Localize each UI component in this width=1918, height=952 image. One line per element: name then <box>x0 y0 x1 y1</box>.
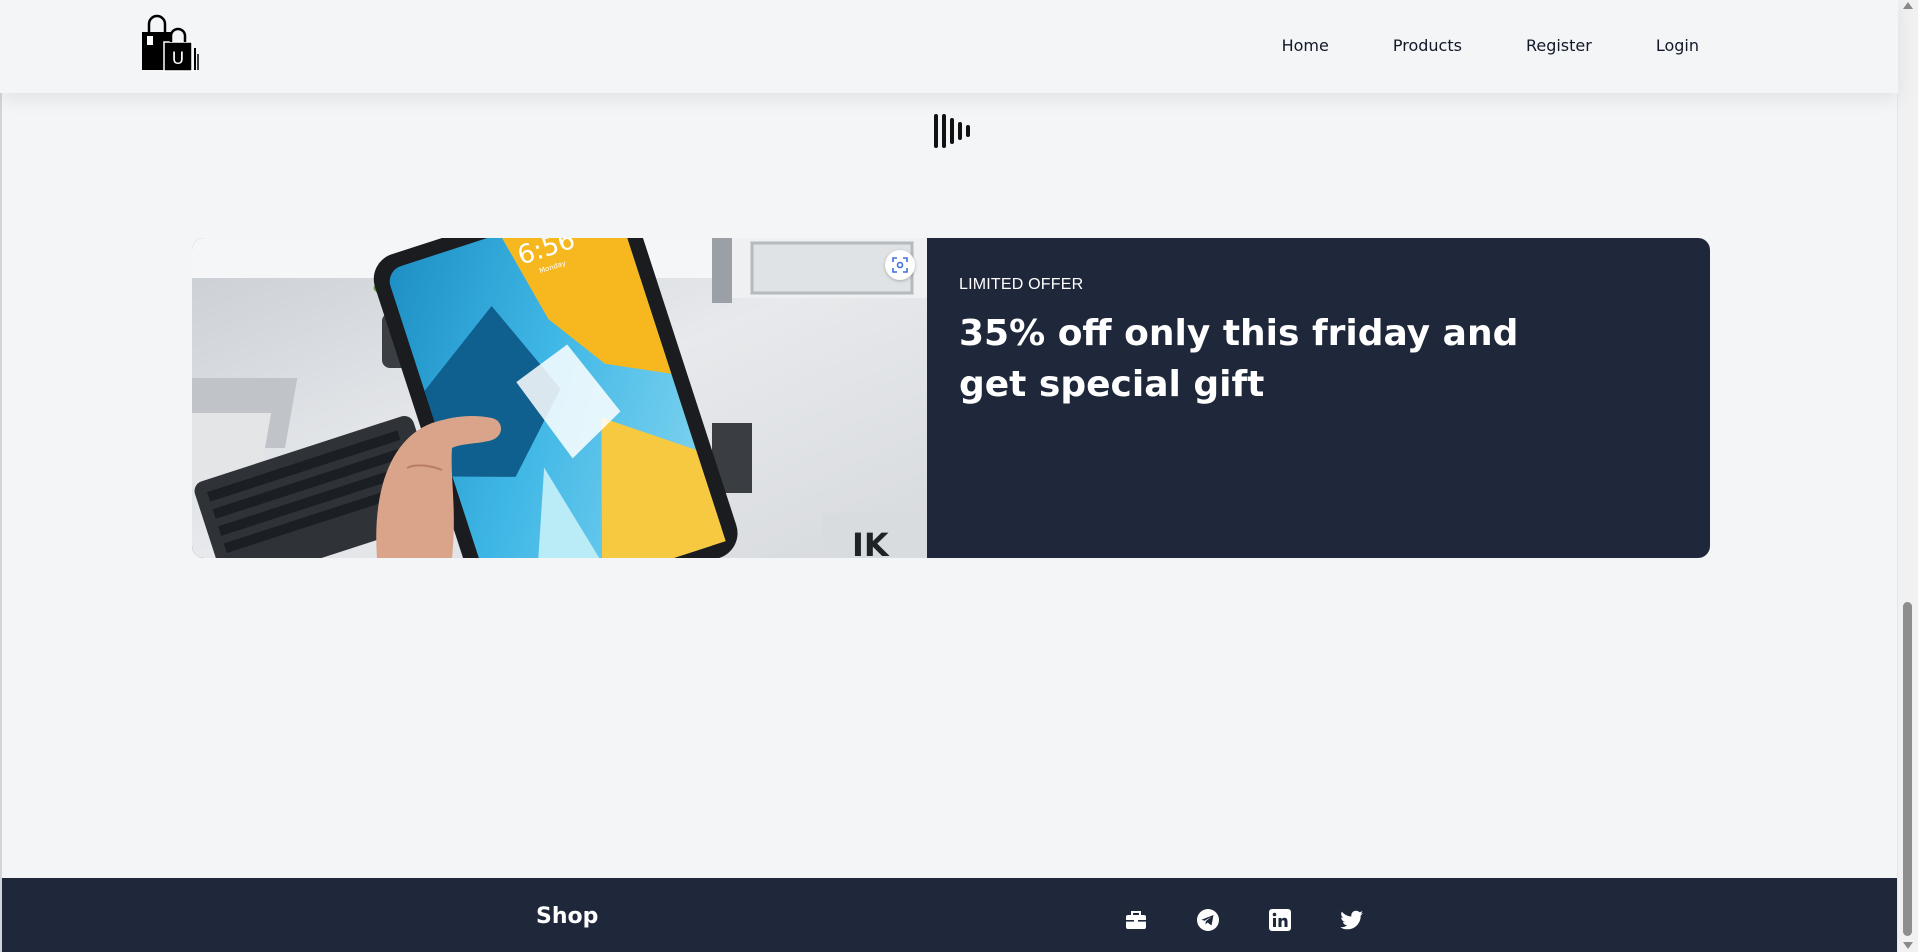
offer-title: 35% off only this friday and get special… <box>959 313 1519 405</box>
briefcase-icon[interactable] <box>1124 908 1148 932</box>
nav-home[interactable]: Home <box>1282 36 1329 55</box>
scroll-down-arrow-icon[interactable] <box>1903 942 1913 949</box>
page: U Home Products Register Login IK 6:56 M… <box>0 0 1918 952</box>
offer-image: IK 6:56 Monday <box>192 238 927 558</box>
site-footer: Shop <box>2 878 1898 952</box>
page-scrollbar[interactable] <box>1897 0 1918 952</box>
nav-products[interactable]: Products <box>1393 36 1462 55</box>
main-nav: Home Products Register Login <box>1282 36 1699 55</box>
visual-search-button[interactable] <box>885 250 915 280</box>
linkedin-icon[interactable] <box>1268 908 1292 932</box>
scroll-up-arrow-icon[interactable] <box>1903 2 1913 9</box>
svg-text:U: U <box>172 49 184 69</box>
svg-text:IK: IK <box>852 526 890 558</box>
twitter-icon[interactable] <box>1340 908 1364 932</box>
window-edge <box>0 0 2 952</box>
offer-text-panel: LIMITED OFFER 35% off only this friday a… <box>927 238 1551 558</box>
limited-offer-banner[interactable]: IK 6:56 Monday LIMITED OFFER 35% off onl… <box>192 238 1710 558</box>
nav-register[interactable]: Register <box>1526 36 1592 55</box>
tablet-photo: IK 6:56 Monday <box>192 238 927 558</box>
social-links <box>1124 908 1364 932</box>
site-header: U Home Products Register Login <box>0 0 1898 93</box>
shopping-bags-icon: U <box>142 14 199 72</box>
offer-kicker: LIMITED OFFER <box>959 276 1084 293</box>
footer-brand: Shop <box>536 904 599 929</box>
loading-bars-icon <box>933 112 973 150</box>
shop-logo[interactable]: U <box>140 14 200 72</box>
nav-login[interactable]: Login <box>1656 36 1699 55</box>
telegram-icon[interactable] <box>1196 908 1220 932</box>
scan-icon <box>892 257 908 273</box>
scrollbar-thumb[interactable] <box>1903 602 1912 936</box>
